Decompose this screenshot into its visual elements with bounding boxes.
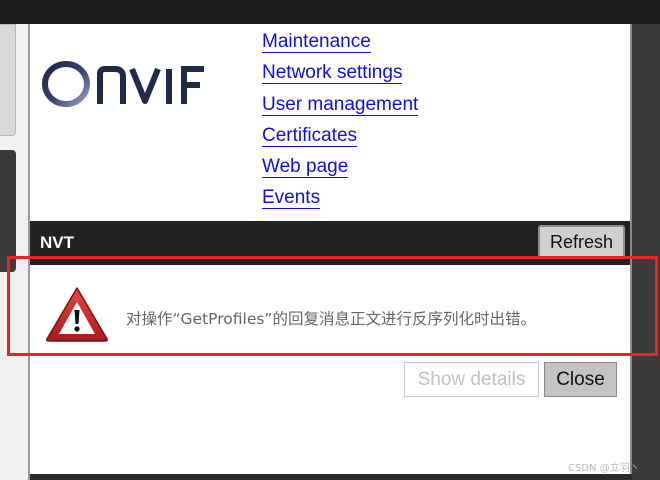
events-link[interactable]: Events [262, 187, 321, 210]
settings-nav: Maintenance Network settings User manage… [262, 28, 419, 216]
close-button[interactable]: Close [544, 362, 617, 397]
nav-item-certificates: Certificates [262, 122, 418, 153]
nav-item-events: Events [262, 184, 418, 215]
maintenance-link[interactable]: Maintenance [262, 31, 371, 53]
user-management-link[interactable]: User management [262, 93, 419, 116]
right-scrollbar-area[interactable] [632, 24, 660, 480]
error-message-panel: 对操作“GetProfiles”的回复消息正文进行反序列化时出错。 [30, 265, 630, 355]
device-title: NVT [40, 233, 74, 252]
onvif-logo [42, 60, 224, 108]
show-details-button[interactable]: Show details [404, 362, 539, 397]
nav-item-web-page: Web page [262, 153, 418, 184]
refresh-button[interactable]: Refresh [538, 225, 625, 259]
network-settings-link[interactable]: Network settings [262, 62, 403, 85]
bottom-edge [30, 474, 632, 480]
error-message-text: 对操作“GetProfiles”的回复消息正文进行反序列化时出错。 [126, 310, 536, 328]
certificates-link[interactable]: Certificates [262, 124, 358, 147]
left-panel-tab-upper[interactable] [0, 24, 16, 136]
app-window: Maintenance Network settings User manage… [0, 0, 660, 480]
left-panel-tab-lower[interactable] [0, 150, 16, 272]
nav-item-network-settings: Network settings [262, 59, 418, 90]
web-page-link[interactable]: Web page [262, 156, 349, 179]
onvif-logo-graphic [42, 61, 204, 107]
warning-triangle-icon [46, 287, 108, 342]
watermark-text: CSDN @立羽丶 [568, 463, 640, 474]
top-title-bar [0, 0, 660, 24]
device-header-bar: NVT Refresh [30, 221, 630, 265]
nav-item-user-management: User management [262, 91, 419, 122]
nav-item-maintenance: Maintenance [262, 28, 418, 59]
